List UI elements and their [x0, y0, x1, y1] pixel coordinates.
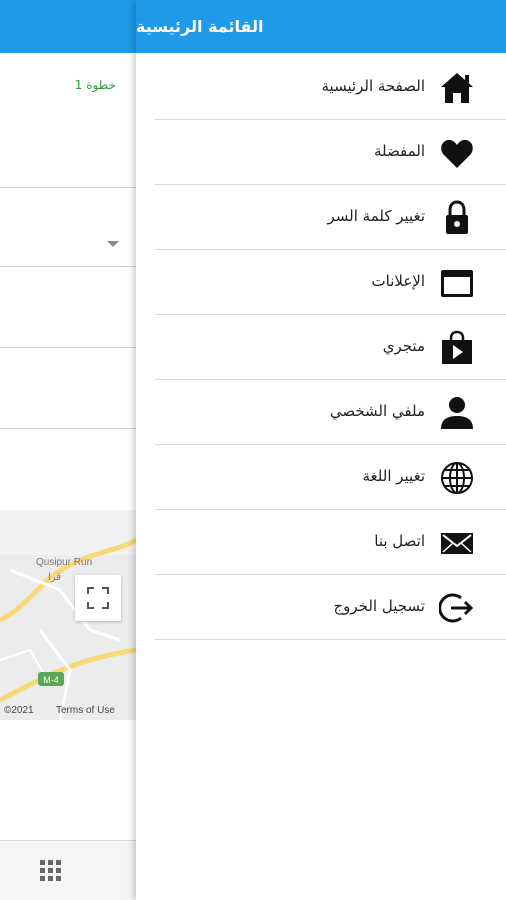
- menu-item-my-store[interactable]: متجري: [155, 315, 506, 380]
- menu-item-change-language[interactable]: تغيير اللغة: [155, 445, 506, 510]
- person-icon: [439, 395, 475, 431]
- dropdown-caret-icon[interactable]: [107, 241, 119, 247]
- map-arabic-label: قرا: [48, 572, 61, 583]
- heart-icon: [439, 135, 475, 171]
- background-page: خطوة 1 M-4 Qusipur Run قرا ©2021 Terms o…: [0, 0, 136, 900]
- window-icon: [439, 265, 475, 301]
- bottom-bar: [0, 840, 136, 900]
- grid-icon[interactable]: [40, 860, 62, 882]
- road-shield: M-4: [43, 675, 59, 685]
- drawer-title: القائمة الرئيسية: [136, 17, 264, 36]
- lock-icon: [439, 200, 475, 236]
- shopping-bag-icon: [439, 330, 475, 366]
- divider: [0, 347, 136, 348]
- home-icon: [439, 70, 475, 106]
- divider: [0, 266, 136, 267]
- app-bar: [0, 0, 136, 53]
- menu-item-label: الإعلانات: [371, 272, 426, 290]
- menu-item-ads[interactable]: الإعلانات: [155, 250, 506, 315]
- menu-item-favorites[interactable]: المفضلة: [155, 120, 506, 185]
- step-label: خطوة 1: [74, 78, 116, 92]
- map-place-label: Qusipur Run: [36, 557, 92, 568]
- fullscreen-icon: [87, 587, 109, 609]
- menu-item-home[interactable]: الصفحة الرئيسية: [155, 55, 506, 120]
- menu-item-contact-us[interactable]: اتصل بنا: [155, 510, 506, 575]
- navigation-drawer: القائمة الرئيسية الصفحة الرئيسية المفضلة…: [136, 0, 506, 900]
- menu-item-change-password[interactable]: تغيير كلمة السر: [155, 185, 506, 250]
- drawer-menu: الصفحة الرئيسية المفضلة تغيير كلمة السر …: [155, 55, 506, 640]
- fullscreen-button[interactable]: [75, 575, 121, 621]
- logout-icon: [439, 590, 475, 626]
- map-copyright: ©2021: [4, 705, 34, 716]
- menu-item-profile[interactable]: ملفي الشخصي: [155, 380, 506, 445]
- menu-item-label: تغيير اللغة: [362, 467, 426, 485]
- menu-item-label: الصفحة الرئيسية: [321, 77, 426, 95]
- divider: [0, 187, 136, 188]
- menu-item-label: اتصل بنا: [374, 532, 425, 550]
- divider: [0, 428, 136, 429]
- menu-item-label: تسجيل الخروج: [333, 597, 425, 615]
- menu-item-logout[interactable]: تسجيل الخروج: [155, 575, 506, 640]
- envelope-icon: [439, 525, 475, 561]
- globe-icon: [439, 460, 475, 496]
- drawer-header: القائمة الرئيسية: [136, 0, 506, 53]
- menu-item-label: ملفي الشخصي: [329, 402, 425, 420]
- menu-item-label: المفضلة: [373, 142, 425, 160]
- menu-item-label: تغيير كلمة السر: [327, 207, 426, 225]
- map-terms-link[interactable]: Terms of Use: [56, 705, 115, 716]
- menu-item-label: متجري: [382, 337, 425, 355]
